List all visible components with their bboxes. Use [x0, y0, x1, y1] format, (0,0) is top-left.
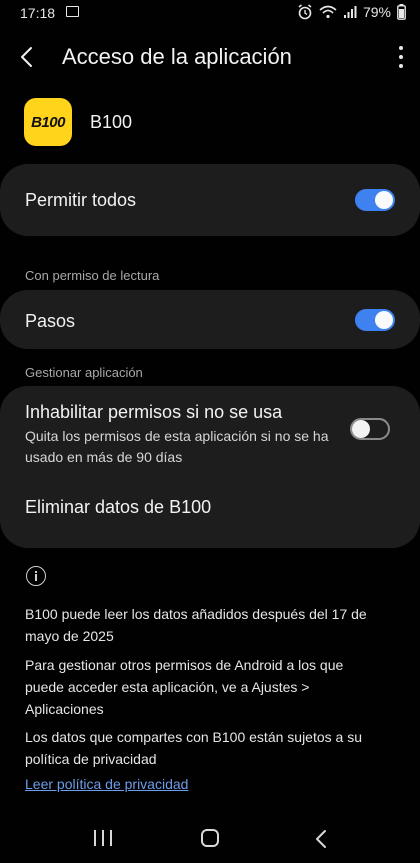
steps-card[interactable]: Pasos [0, 290, 420, 349]
steps-label: Pasos [25, 311, 76, 331]
allow-all-label: Permitir todos [25, 190, 137, 210]
app-logo-text: B100 [31, 113, 65, 131]
info-privacy-note: Los datos que compartes con B100 están s… [25, 729, 362, 767]
status-icons: 79% [297, 4, 406, 20]
manage-card: Inhabilitar permisos si no se usa Quita … [0, 386, 420, 548]
app-name: B100 [90, 112, 133, 132]
status-time: 17:18 [20, 5, 56, 21]
alarm-icon [298, 4, 312, 20]
wifi-icon [319, 5, 337, 19]
more-vert-icon[interactable] [396, 46, 406, 68]
delete-data-item[interactable]: Eliminar datos de B100 [25, 497, 211, 518]
privacy-policy-link[interactable]: Leer política de privacidad [25, 776, 188, 792]
image-icon [66, 6, 79, 17]
steps-toggle[interactable] [355, 309, 395, 331]
info-icon [26, 566, 46, 586]
back-arrow-icon[interactable] [16, 44, 40, 70]
page-title: Acceso de la aplicación [62, 44, 292, 69]
info-manage-permissions: Para gestionar otros permisos de Android… [25, 657, 344, 717]
info-read-since: B100 puede leer los datos añadidos despu… [25, 606, 367, 644]
home-icon[interactable] [201, 829, 219, 847]
battery-level: 79% [362, 4, 391, 20]
battery-icon [397, 4, 406, 20]
read-section-title: Con permiso de lectura [25, 268, 160, 283]
disable-permissions-description: Quita los permisos de esta aplicación si… [25, 428, 329, 465]
status-bar: 17:18 79% [0, 0, 420, 26]
nav-back-icon[interactable] [312, 828, 332, 850]
navigation-bar [0, 818, 420, 863]
app-logo: B100 [24, 98, 72, 146]
allow-all-toggle[interactable] [355, 189, 395, 211]
app-info: B100 B100 [24, 98, 384, 146]
disable-permissions-toggle[interactable] [350, 418, 390, 440]
disable-permissions-row[interactable]: Inhabilitar permisos si no se usa Quita … [0, 386, 420, 470]
signal-icon [343, 6, 357, 18]
app-bar: Acceso de la aplicación [0, 34, 420, 80]
disable-permissions-label: Inhabilitar permisos si no se usa [25, 402, 283, 422]
recent-apps-icon[interactable] [94, 830, 112, 848]
allow-all-card[interactable]: Permitir todos [0, 164, 420, 236]
manage-section-title: Gestionar aplicación [25, 365, 143, 380]
